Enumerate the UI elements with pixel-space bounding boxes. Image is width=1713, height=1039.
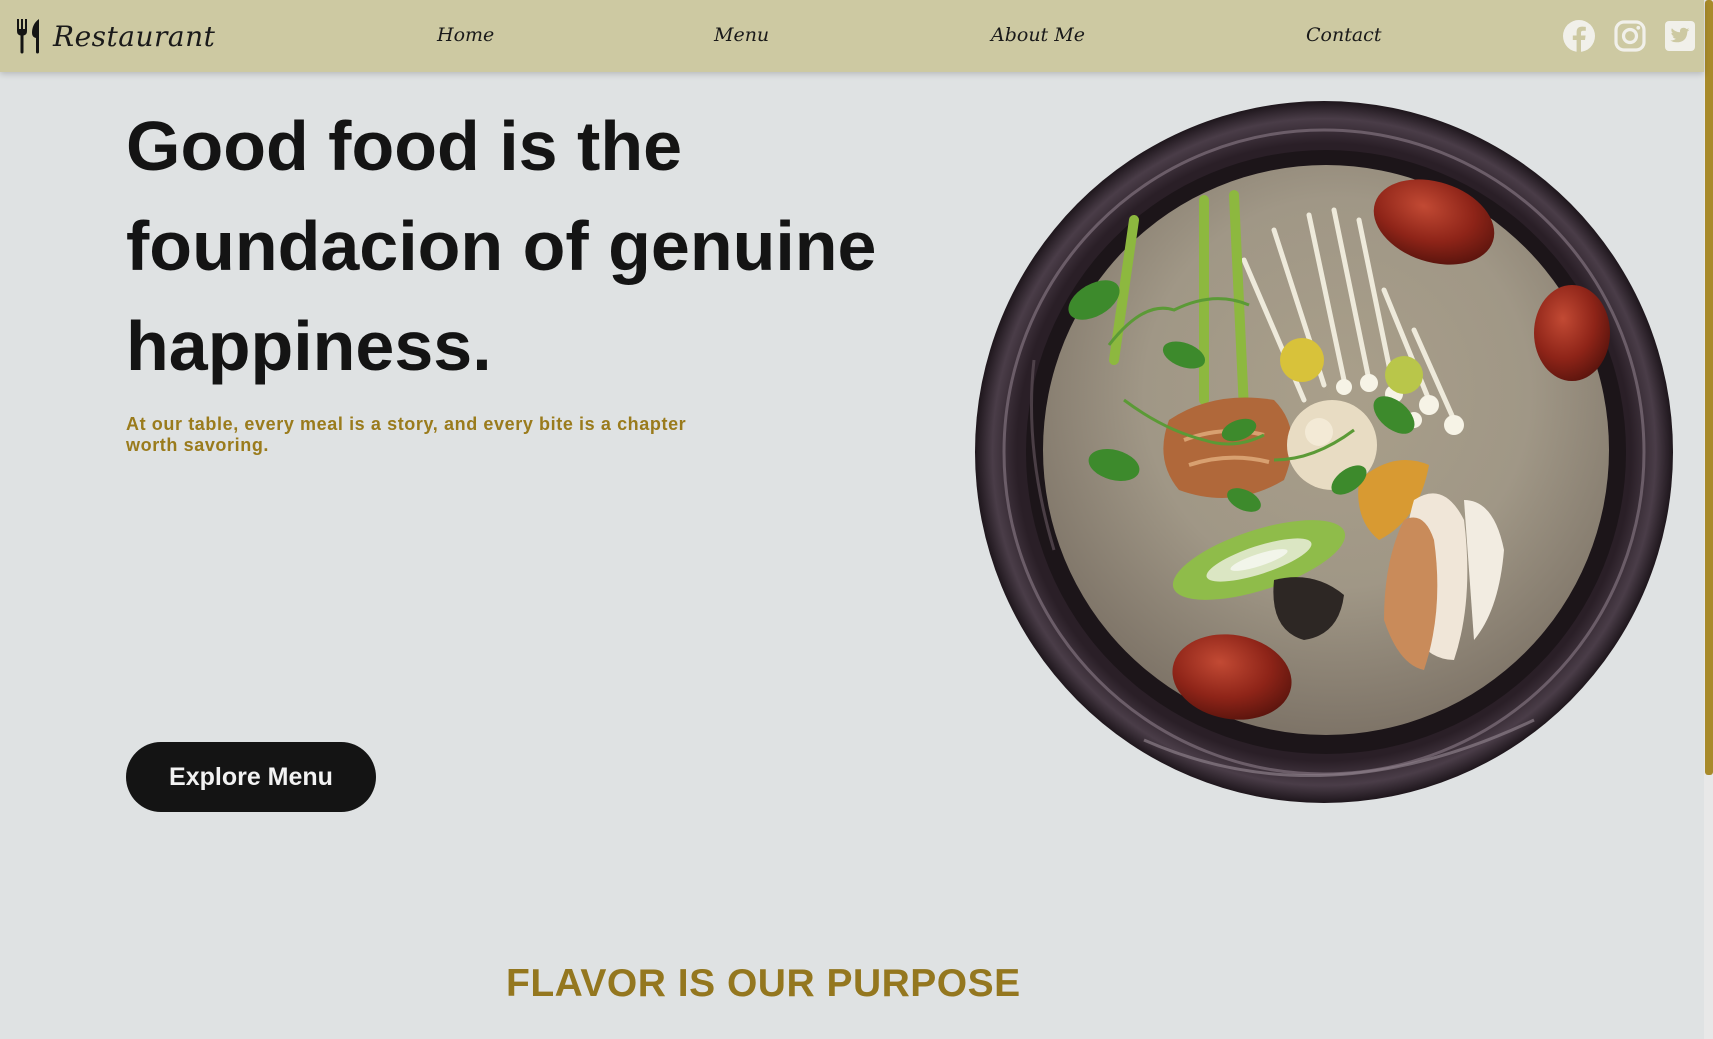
nav-about-me[interactable]: About Me xyxy=(991,24,1085,46)
page: Restaurant Home Menu About Me Contact Go… xyxy=(0,0,1713,1039)
nav-home[interactable]: Home xyxy=(437,24,494,46)
twitter-icon[interactable] xyxy=(1663,19,1697,53)
nav-menu[interactable]: Menu xyxy=(714,24,769,46)
fork-knife-icon xyxy=(17,19,39,54)
facebook-icon[interactable] xyxy=(1562,19,1596,53)
navbar: Restaurant Home Menu About Me Contact xyxy=(0,0,1704,72)
hero-tagline: At our table, every meal is a story, and… xyxy=(126,414,687,455)
brand-name: Restaurant xyxy=(53,19,216,53)
hero-headline: Good food is the foundacion of genuine h… xyxy=(126,107,877,385)
brand[interactable]: Restaurant xyxy=(15,18,215,54)
scrollbar-thumb[interactable] xyxy=(1705,0,1713,775)
section-heading: FLAVOR IS OUR PURPOSE xyxy=(506,962,1021,1005)
explore-menu-button[interactable]: Explore Menu xyxy=(126,742,376,812)
soup-bowl-image xyxy=(975,101,1673,803)
nav-contact[interactable]: Contact xyxy=(1306,24,1381,46)
instagram-icon[interactable] xyxy=(1613,19,1647,53)
